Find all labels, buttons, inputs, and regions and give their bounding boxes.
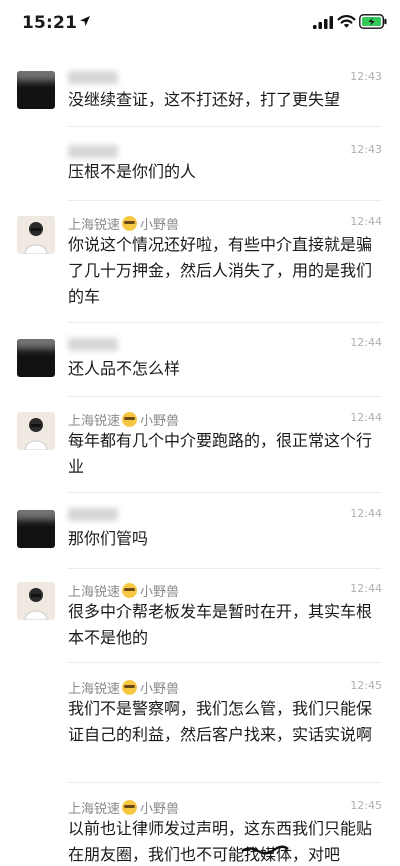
message-time: 12:44 bbox=[350, 336, 382, 349]
avatar[interactable] bbox=[17, 216, 55, 254]
sender-name: 上海锐速 小野兽 bbox=[68, 680, 180, 697]
cellular-signal-icon bbox=[313, 16, 333, 29]
avatar[interactable] bbox=[17, 71, 55, 109]
wifi-icon bbox=[337, 15, 356, 28]
message-row: 上海锐速 小野兽 12:44 你说这个情况还好啦，有些中介直接就是骗了几十万押金，… bbox=[0, 204, 400, 318]
message-row: 12:44 那你们管吗 bbox=[0, 496, 400, 568]
message-text: 没继续查证，这不打还好，打了更失望 bbox=[68, 90, 341, 109]
divider bbox=[68, 200, 382, 201]
message-row: 上海锐速 小野兽 12:45 我们不是警察啊，我们怎么管，我们只能保证自己的利益，… bbox=[0, 666, 400, 782]
message-row: 12:43 没继续查证，这不打还好，打了更失望 bbox=[0, 56, 400, 130]
message-time: 12:45 bbox=[350, 679, 382, 692]
nerd-face-icon bbox=[122, 216, 138, 231]
message-row: 上海锐速 小野兽 12:44 每年都有几个中介要跑路的，很正常这个行业 bbox=[0, 400, 400, 490]
status-bar: 15:21 bbox=[0, 0, 400, 46]
divider bbox=[68, 396, 382, 397]
divider bbox=[68, 662, 382, 663]
sender-name: 上海锐速 小野兽 bbox=[68, 412, 180, 429]
divider bbox=[68, 322, 382, 323]
message-time: 12:45 bbox=[350, 799, 382, 812]
avatar[interactable] bbox=[17, 412, 55, 450]
message-text: 你说这个情况还好啦，有些中介直接就是骗了几十万押金，然后人消失了，用的是我们的车 bbox=[68, 235, 373, 306]
avatar[interactable] bbox=[17, 339, 55, 377]
message-time: 12:44 bbox=[350, 215, 382, 228]
sender-name-redacted bbox=[68, 71, 118, 84]
avatar[interactable] bbox=[17, 510, 55, 548]
avatar-photo-icon bbox=[17, 216, 55, 254]
sender-name: 上海锐速 小野兽 bbox=[68, 216, 180, 233]
message-time: 12:44 bbox=[350, 411, 382, 424]
sender-name-redacted bbox=[68, 508, 118, 521]
divider bbox=[68, 782, 382, 783]
message-time: 12:43 bbox=[350, 143, 382, 156]
divider bbox=[68, 126, 382, 127]
chat-message-list[interactable]: 12:43 没继续查证，这不打还好，打了更失望 12:43 压根不是你们的人 上… bbox=[0, 46, 400, 866]
message-text: 很多中介帮老板发车是暂时在开，其实车根本不是他的 bbox=[68, 602, 373, 647]
message-row: 12:43 压根不是你们的人 bbox=[0, 130, 400, 204]
battery-charging-icon bbox=[359, 14, 387, 29]
message-text: 我们不是警察啊，我们怎么管，我们只能保证自己的利益，然后客户找来，实话实说啊 bbox=[68, 699, 373, 744]
scribble-mark bbox=[241, 845, 289, 855]
message-row: 上海锐速 小野兽 12:44 很多中介帮老板发车是暂时在开，其实车根本不是他的 bbox=[0, 572, 400, 662]
avatar-photo-icon bbox=[17, 582, 55, 620]
divider bbox=[68, 568, 382, 569]
location-arrow-icon bbox=[80, 16, 90, 26]
message-time: 12:44 bbox=[350, 582, 382, 595]
avatar[interactable] bbox=[17, 582, 55, 620]
message-time: 12:44 bbox=[350, 507, 382, 520]
sender-name-redacted bbox=[68, 145, 118, 158]
divider bbox=[68, 492, 382, 493]
sender-name: 上海锐速 小野兽 bbox=[68, 800, 180, 817]
message-text: 以前也让律师发过声明，这东西我们只能贴在朋友圈，我们也不可能找媒体，对吧 bbox=[68, 819, 373, 864]
message-time: 12:43 bbox=[350, 70, 382, 83]
sender-name-redacted bbox=[68, 338, 118, 351]
sender-name: 上海锐速 小野兽 bbox=[68, 583, 180, 600]
nerd-face-icon bbox=[122, 800, 138, 815]
nerd-face-icon bbox=[122, 583, 138, 598]
nerd-face-icon bbox=[122, 680, 138, 695]
message-text: 那你们管吗 bbox=[68, 529, 149, 548]
message-text: 还人品不怎么样 bbox=[68, 359, 181, 378]
status-time: 15:21 bbox=[22, 13, 78, 33]
avatar-photo-icon bbox=[17, 412, 55, 450]
message-text: 压根不是你们的人 bbox=[68, 162, 197, 181]
nerd-face-icon bbox=[122, 412, 138, 427]
message-row: 12:44 还人品不怎么样 bbox=[0, 326, 400, 396]
message-text: 每年都有几个中介要跑路的，很正常这个行业 bbox=[68, 431, 373, 476]
message-row: 上海锐速 小野兽 12:45 以前也让律师发过声明，这东西我们只能贴在朋友圈，我们… bbox=[0, 786, 400, 866]
